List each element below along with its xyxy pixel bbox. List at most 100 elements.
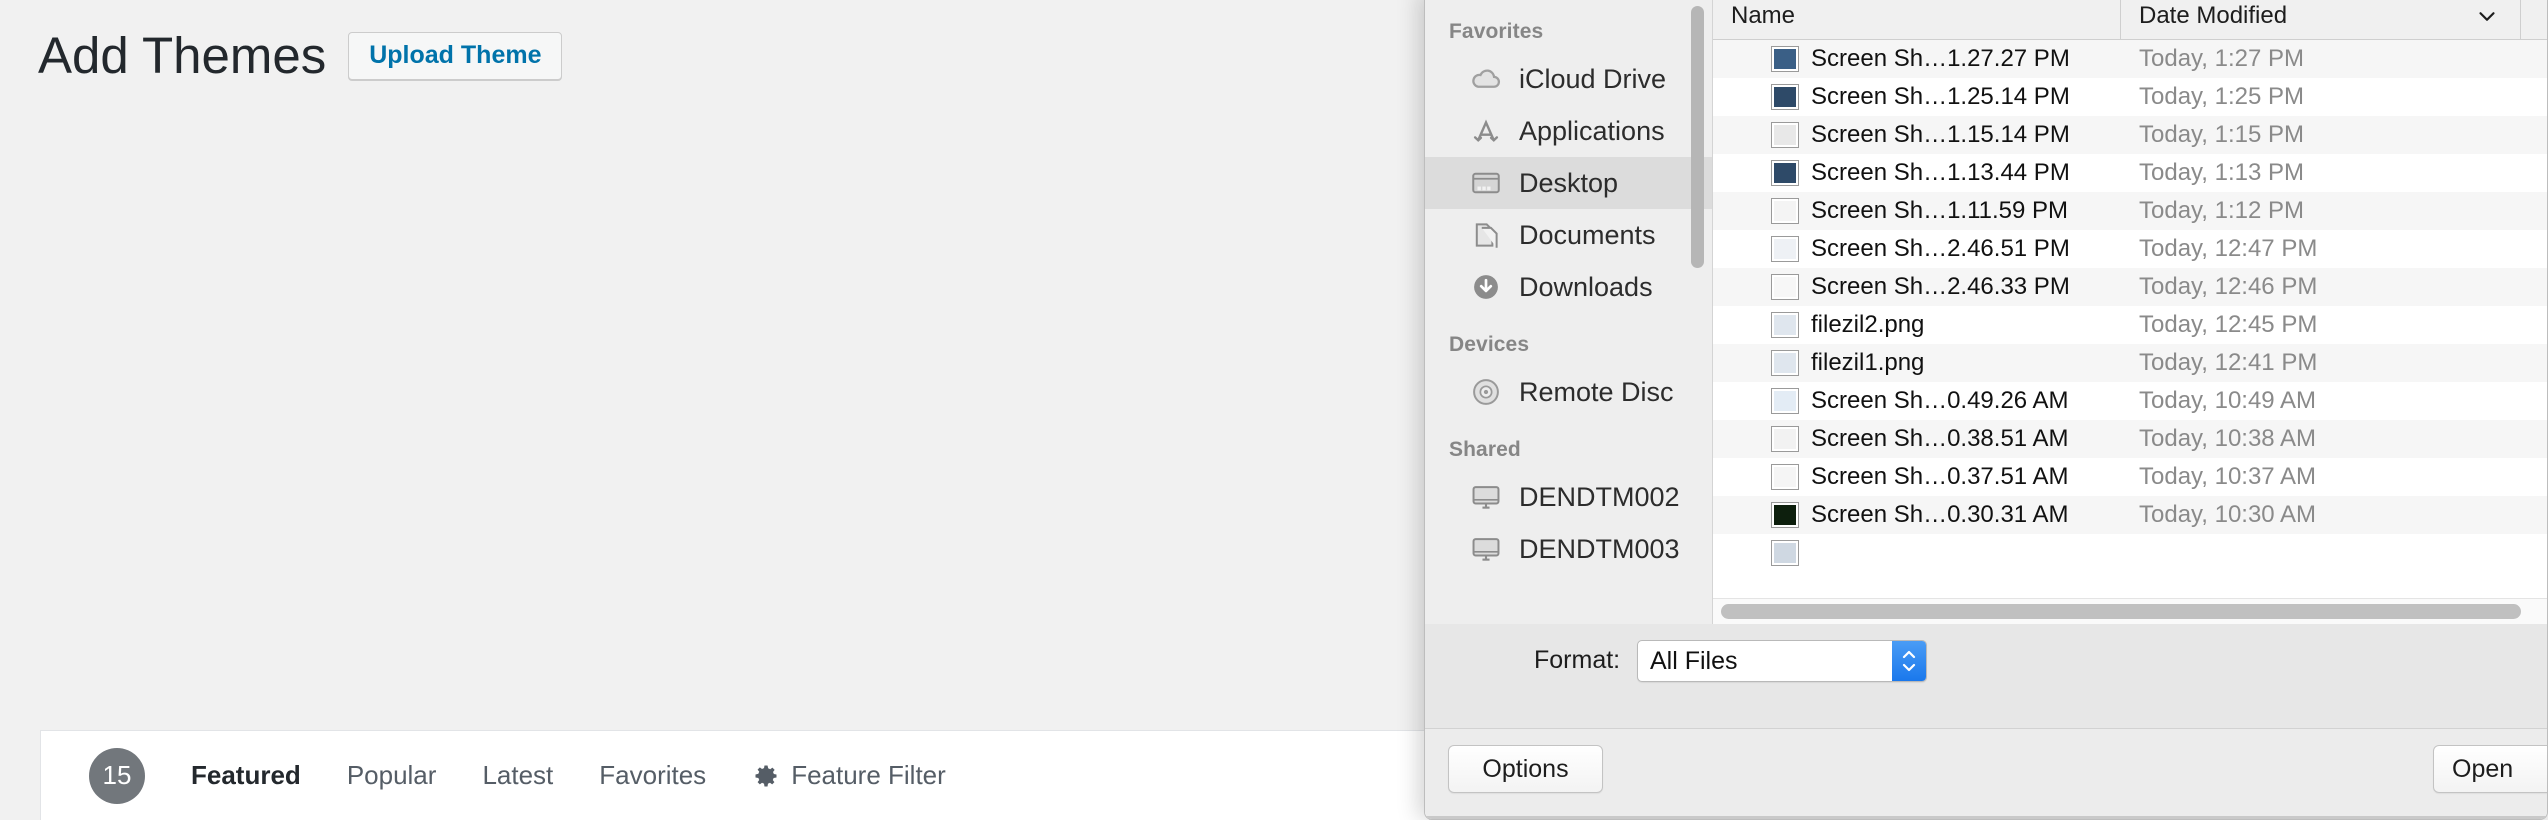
sidebar-item-label: DENDTM003 — [1519, 533, 1680, 564]
chevron-down-icon — [2474, 3, 2500, 29]
table-row[interactable]: Screen Sh…0.30.31 AM Today, 10:30 AM — [1713, 496, 2547, 534]
file-name-label: Screen Sh…0.30.31 AM — [1811, 501, 2069, 528]
disc-icon — [1469, 375, 1503, 409]
stepper-icon[interactable] — [1892, 641, 1926, 681]
sidebar-item-remote-disc[interactable]: Remote Disc — [1425, 366, 1712, 418]
file-thumbnail-icon — [1771, 198, 1799, 224]
file-row-list: Screen Sh…1.27.27 PM Today, 1:27 PM Screen… — [1713, 40, 2547, 624]
sidebar-item-label: Desktop — [1519, 167, 1619, 198]
file-name-label: Screen Sh…1.13.44 PM — [1811, 159, 2070, 186]
column-header-extra[interactable] — [2521, 0, 2547, 40]
sidebar-item-label: Downloads — [1519, 271, 1653, 302]
tab-favorites[interactable]: Favorites — [599, 760, 706, 791]
table-row[interactable] — [1713, 534, 2547, 572]
table-row[interactable]: Screen Sh…0.37.51 AM Today, 10:37 AM — [1713, 458, 2547, 496]
file-name-cell: filezil2.png — [1713, 311, 2121, 339]
options-button[interactable]: Options — [1448, 745, 1603, 793]
sidebar-section-favorites-title: Favorites — [1449, 20, 1544, 43]
sidebar-item-label: Remote Disc — [1519, 376, 1674, 407]
file-name-cell: Screen Sh…0.38.51 AM — [1713, 425, 2121, 453]
sidebar-item-documents[interactable]: Documents — [1425, 209, 1712, 261]
table-row[interactable]: Screen Sh…1.15.14 PM Today, 1:15 PM — [1713, 116, 2547, 154]
file-name-label: Screen Sh…0.37.51 AM — [1811, 463, 2069, 490]
file-name-cell: Screen Sh…1.11.59 PM — [1713, 197, 2121, 225]
table-row[interactable]: Screen Sh…1.13.44 PM Today, 1:13 PM — [1713, 154, 2547, 192]
sidebar-item-label: DENDTM002 — [1519, 481, 1680, 512]
file-date-modified: Today, 1:25 PM — [2139, 83, 2304, 110]
file-name-cell: Screen Sh…1.25.14 PM — [1713, 83, 2121, 111]
desktop-icon — [1469, 166, 1503, 200]
page-title: Add Themes — [38, 27, 327, 84]
file-name-label: Screen Sh…0.49.26 AM — [1811, 387, 2069, 414]
dialog-bottom-edge — [1425, 816, 2547, 819]
feature-filter-button[interactable]: Feature Filter — [752, 760, 946, 791]
file-name-cell: Screen Sh…1.15.14 PM — [1713, 121, 2121, 149]
file-thumbnail-icon — [1771, 46, 1799, 72]
sidebar-item-label: Applications — [1519, 115, 1665, 146]
page-header: Add Themes Upload Theme — [38, 27, 563, 84]
file-date-modified: Today, 10:38 AM — [2139, 425, 2316, 452]
display-icon — [1469, 480, 1503, 514]
tab-popular[interactable]: Popular — [347, 760, 437, 791]
column-header-date-modified[interactable]: Date Modified — [2121, 0, 2521, 40]
tab-featured[interactable]: Featured — [191, 760, 301, 791]
table-row[interactable]: Screen Sh…1.27.27 PM Today, 1:27 PM — [1713, 40, 2547, 78]
file-list-horizontal-scrollbar[interactable] — [1713, 598, 2547, 624]
sidebar-item-dendtm003[interactable]: DENDTM003 — [1425, 523, 1712, 575]
theme-count-badge: 15 — [89, 747, 145, 804]
downloads-icon — [1469, 270, 1503, 304]
sidebar-item-icloud-drive[interactable]: iCloud Drive — [1425, 53, 1712, 105]
file-name-label: Screen Sh…0.38.51 AM — [1811, 425, 2069, 452]
tab-latest[interactable]: Latest — [482, 760, 553, 791]
sidebar-item-desktop[interactable]: Desktop — [1425, 157, 1712, 209]
theme-filter-bar: 15 Featured Popular Latest Favorites Fea… — [40, 730, 1430, 820]
table-row[interactable]: filezil1.png Today, 12:41 PM — [1713, 344, 2547, 382]
file-thumbnail-icon — [1771, 540, 1799, 566]
file-name-label: Screen Sh…1.11.59 PM — [1811, 197, 2069, 224]
dialog-sidebar: Favorites iCloud Drive Applications Desk… — [1425, 0, 1713, 624]
file-date-modified: Today, 1:12 PM — [2139, 197, 2304, 224]
sidebar-item-applications[interactable]: Applications — [1425, 105, 1712, 157]
cloud-icon — [1469, 62, 1503, 96]
file-date-modified: Today, 10:30 AM — [2139, 501, 2316, 528]
file-list-pane: Name Date Modified Screen Sh…1.27.27 PM T… — [1713, 0, 2547, 624]
file-name-label: Screen Sh…1.25.14 PM — [1811, 83, 2070, 110]
file-list-horizontal-scroll-thumb[interactable] — [1721, 604, 2521, 619]
file-thumbnail-icon — [1771, 426, 1799, 452]
table-row[interactable]: Screen Sh…0.38.51 AM Today, 10:38 AM — [1713, 420, 2547, 458]
file-date-modified: Today, 1:27 PM — [2139, 45, 2304, 72]
file-name-cell: filezil1.png — [1713, 349, 2121, 377]
table-row[interactable]: filezil2.png Today, 12:45 PM — [1713, 306, 2547, 344]
table-row[interactable]: Screen Sh…2.46.51 PM Today, 12:47 PM — [1713, 230, 2547, 268]
column-header-name[interactable]: Name — [1713, 0, 2121, 40]
file-list-header: Name Date Modified — [1713, 0, 2547, 40]
applications-icon — [1469, 114, 1503, 148]
file-date-modified: Today, 10:37 AM — [2139, 463, 2316, 490]
table-row[interactable]: Screen Sh…1.25.14 PM Today, 1:25 PM — [1713, 78, 2547, 116]
table-row[interactable]: Screen Sh…1.11.59 PM Today, 1:12 PM — [1713, 192, 2547, 230]
file-thumbnail-icon — [1771, 236, 1799, 262]
file-browser-area: Favorites iCloud Drive Applications Desk… — [1425, 0, 2547, 624]
file-name-label: Screen Sh…2.46.33 PM — [1811, 273, 2070, 300]
format-select[interactable]: All Files — [1637, 640, 1927, 682]
sidebar-section-devices-title: Devices — [1449, 333, 1530, 356]
file-thumbnail-icon — [1771, 274, 1799, 300]
sidebar-scrollbar[interactable] — [1691, 6, 1704, 268]
upload-theme-button[interactable]: Upload Theme — [348, 32, 563, 81]
file-name-cell: Screen Sh…0.30.31 AM — [1713, 501, 2121, 529]
file-thumbnail-icon — [1771, 84, 1799, 110]
sidebar-item-label: iCloud Drive — [1519, 63, 1667, 94]
open-button[interactable]: Open — [2433, 745, 2547, 793]
file-name-cell: Screen Sh…1.13.44 PM — [1713, 159, 2121, 187]
file-name-cell: Screen Sh…1.27.27 PM — [1713, 45, 2121, 73]
sidebar-item-dendtm002[interactable]: DENDTM002 — [1425, 471, 1712, 523]
sidebar-item-label: Documents — [1519, 219, 1656, 250]
file-thumbnail-icon — [1771, 122, 1799, 148]
table-row[interactable]: Screen Sh…0.49.26 AM Today, 10:49 AM — [1713, 382, 2547, 420]
table-row[interactable]: Screen Sh…2.46.33 PM Today, 12:46 PM — [1713, 268, 2547, 306]
sidebar-item-downloads[interactable]: Downloads — [1425, 261, 1712, 313]
file-date-modified: Today, 1:13 PM — [2139, 159, 2304, 186]
file-name-label: Screen Sh…2.46.51 PM — [1811, 235, 2070, 262]
file-date-modified: Today, 12:46 PM — [2139, 273, 2318, 300]
file-name-cell: Screen Sh…0.49.26 AM — [1713, 387, 2121, 415]
